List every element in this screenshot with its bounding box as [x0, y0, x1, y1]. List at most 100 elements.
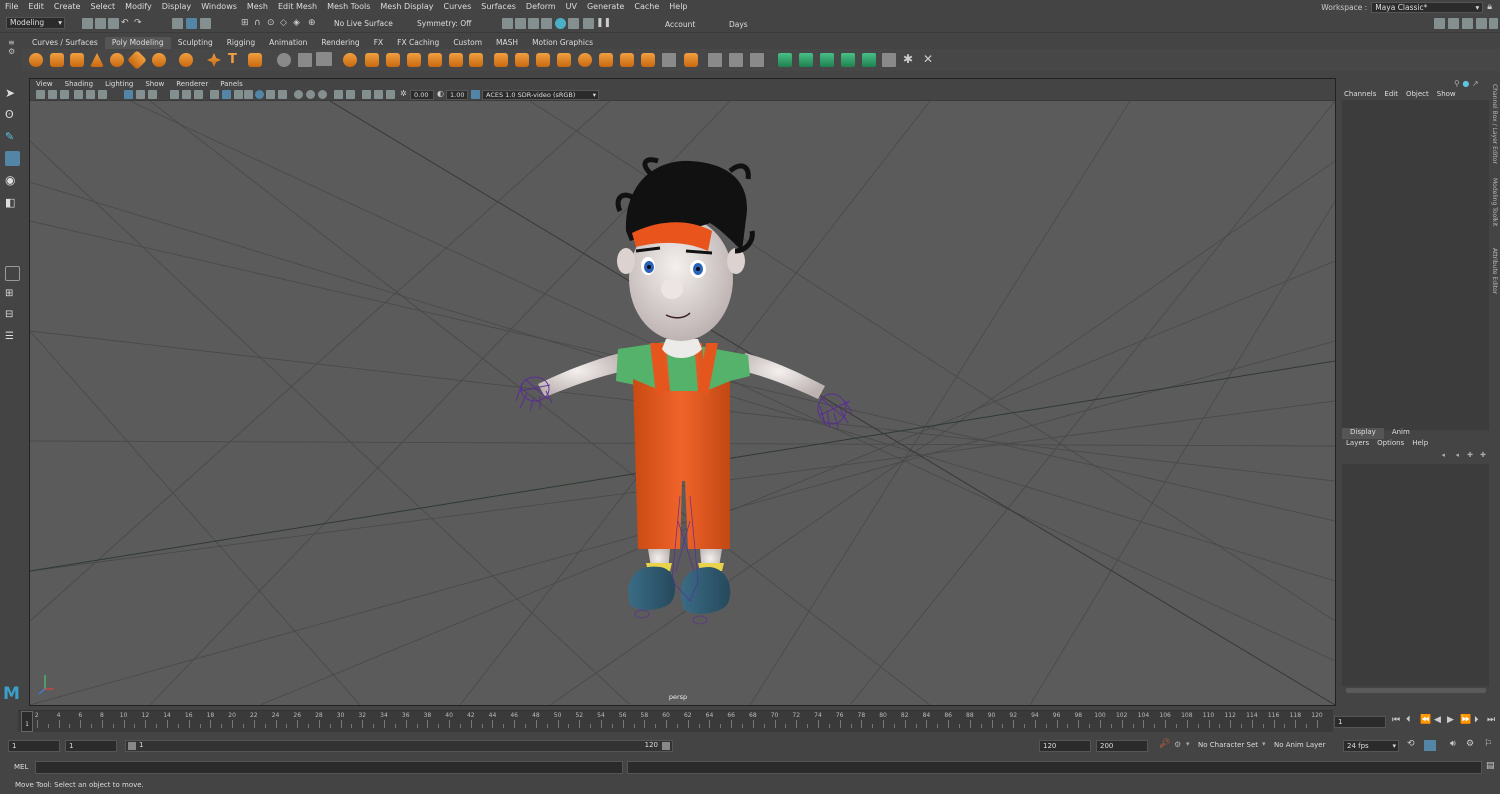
step-back-key-icon[interactable]: ⏴: [1406, 715, 1411, 725]
field-chart-icon[interactable]: [182, 90, 191, 99]
menu-curves[interactable]: Curves: [438, 2, 476, 11]
mode-selector[interactable]: Modeling ▾: [6, 17, 65, 29]
multi-cut-icon[interactable]: [708, 53, 722, 67]
spherical-mapping-icon[interactable]: [820, 53, 834, 67]
single-view-icon[interactable]: [5, 266, 20, 281]
menu-mesh[interactable]: Mesh: [242, 2, 273, 11]
type-tool-icon[interactable]: T: [228, 52, 242, 67]
sculpt-grab-icon[interactable]: ✱: [903, 52, 917, 66]
color-space-dropdown[interactable]: ACES 1.0 SDR-video (sRGB) ▾: [482, 90, 599, 100]
sound-icon[interactable]: 🔊︎: [1450, 739, 1456, 749]
menu-file[interactable]: File: [0, 2, 23, 11]
smooth-icon[interactable]: [316, 52, 332, 66]
menu-select[interactable]: Select: [85, 2, 120, 11]
xray-icon[interactable]: [346, 90, 355, 99]
play-forwards-icon[interactable]: ▶: [1447, 715, 1454, 725]
render-view-icon[interactable]: [568, 18, 579, 29]
step-forward-frame-icon[interactable]: ⏩: [1460, 715, 1471, 725]
svg-tool-icon[interactable]: [248, 53, 262, 67]
auto-mapping-icon[interactable]: [841, 53, 855, 67]
command-input[interactable]: [35, 761, 623, 774]
fill-hole-icon[interactable]: [557, 53, 571, 67]
snap-view-plane-icon[interactable]: ◇: [280, 18, 291, 29]
undo-icon[interactable]: ↶: [121, 18, 132, 29]
current-time-marker[interactable]: 1: [21, 711, 33, 732]
four-view-icon[interactable]: ⊞: [5, 288, 20, 303]
menu-mesh-tools[interactable]: Mesh Tools: [322, 2, 375, 11]
select-hierarchy-icon[interactable]: [172, 18, 183, 29]
wireframe-icon[interactable]: [210, 90, 219, 99]
toggle-channel-box-icon[interactable]: ⚲: [1454, 79, 1460, 88]
panel-layout-icon[interactable]: [1434, 18, 1445, 29]
retopologize-icon[interactable]: [469, 53, 483, 67]
end-time-field[interactable]: 200: [1096, 740, 1148, 752]
cache-playback-icon[interactable]: [1424, 740, 1436, 751]
select-camera-icon[interactable]: [36, 90, 45, 99]
channel-box-menu-show[interactable]: Show: [1433, 90, 1460, 98]
color-management-icon[interactable]: [471, 90, 480, 99]
script-editor-icon[interactable]: ▤: [1486, 761, 1495, 771]
render-settings-icon[interactable]: [541, 18, 552, 29]
history-icon[interactable]: [502, 18, 513, 29]
wireframe-on-shaded-icon[interactable]: [234, 90, 243, 99]
platonic-solid-icon[interactable]: [179, 53, 193, 67]
menu-modify[interactable]: Modify: [120, 2, 157, 11]
shelf-tab-mash[interactable]: MASH: [489, 37, 525, 49]
step-forward-key-icon[interactable]: ⏵: [1474, 715, 1479, 725]
snap-surface-icon[interactable]: ◈: [293, 18, 304, 29]
channel-box-icon[interactable]: [1489, 18, 1498, 29]
bevel-icon[interactable]: [536, 53, 550, 67]
crossed-tools-icon[interactable]: ✕: [923, 52, 937, 66]
attribute-editor-icon[interactable]: [1462, 18, 1473, 29]
loop-icon[interactable]: ⟲: [1407, 739, 1415, 749]
insert-edge-loop-icon[interactable]: [729, 53, 743, 67]
shelf-tab-curves-surfaces[interactable]: Curves / Surfaces: [25, 37, 105, 49]
menu-generate[interactable]: Generate: [582, 2, 629, 11]
extract-icon[interactable]: [386, 53, 400, 67]
slide-edge-icon[interactable]: [641, 53, 655, 67]
shelf-tab-sculpting[interactable]: Sculpting: [171, 37, 220, 49]
character-set-label[interactable]: No Character Set: [1198, 741, 1258, 749]
playback-end-field[interactable]: 120: [1039, 740, 1091, 752]
grease-pencil-icon[interactable]: [98, 90, 107, 99]
light-editor-icon[interactable]: [583, 18, 594, 29]
select-component-icon[interactable]: [200, 18, 211, 29]
channel-box-body[interactable]: [1342, 100, 1489, 430]
menu-edit[interactable]: Edit: [23, 2, 49, 11]
xray-joints-icon[interactable]: [362, 90, 371, 99]
live-surface-label[interactable]: No Live Surface: [334, 19, 393, 28]
account-label[interactable]: Account: [665, 20, 695, 29]
poly-cube-icon[interactable]: [50, 53, 64, 67]
isolate-select-icon[interactable]: [334, 90, 343, 99]
layer-tab-anim[interactable]: Anim: [1384, 428, 1418, 439]
pause-viewport-icon[interactable]: ❚❚: [596, 18, 611, 29]
motion-blur-icon[interactable]: [294, 90, 303, 99]
planar-mapping-icon[interactable]: [778, 53, 792, 67]
reduce-icon[interactable]: [428, 53, 442, 67]
ipr-render-icon[interactable]: [528, 18, 539, 29]
camera-attributes-icon[interactable]: [48, 90, 57, 99]
menu-display[interactable]: Display: [157, 2, 197, 11]
menu-mesh-display[interactable]: Mesh Display: [375, 2, 438, 11]
channel-box-menu-edit[interactable]: Edit: [1380, 90, 1402, 98]
gamma-field[interactable]: 1.00: [446, 90, 468, 100]
shelf-tab-fx[interactable]: FX: [367, 37, 390, 49]
command-language-label[interactable]: MEL: [14, 763, 28, 771]
use-all-lights-icon[interactable]: [255, 90, 264, 99]
xray-active-components-icon[interactable]: [374, 90, 383, 99]
poly-disc-icon[interactable]: [152, 53, 166, 67]
perspective-viewport[interactable]: View Shading Lighting Show Renderer Panels ✲ …: [29, 78, 1336, 706]
resolution-gate-icon[interactable]: [148, 90, 157, 99]
auto-key-icon[interactable]: 🔑︎: [1159, 739, 1170, 749]
symmetry-label[interactable]: Symmetry: Off: [417, 19, 471, 28]
save-scene-icon[interactable]: [108, 18, 119, 29]
poly-torus-icon[interactable]: [110, 53, 124, 67]
move-layer-down-icon[interactable]: ◂: [1455, 451, 1459, 459]
anti-aliasing-icon[interactable]: [306, 90, 315, 99]
poly-plane-icon[interactable]: [127, 50, 147, 70]
layer-menu-options[interactable]: Options: [1373, 439, 1408, 450]
open-scene-icon[interactable]: [95, 18, 106, 29]
two-d-pan-icon[interactable]: [86, 90, 95, 99]
range-start-handle[interactable]: [128, 742, 136, 750]
shelf-options-icon[interactable]: ≡ ⚙︎: [8, 38, 18, 68]
